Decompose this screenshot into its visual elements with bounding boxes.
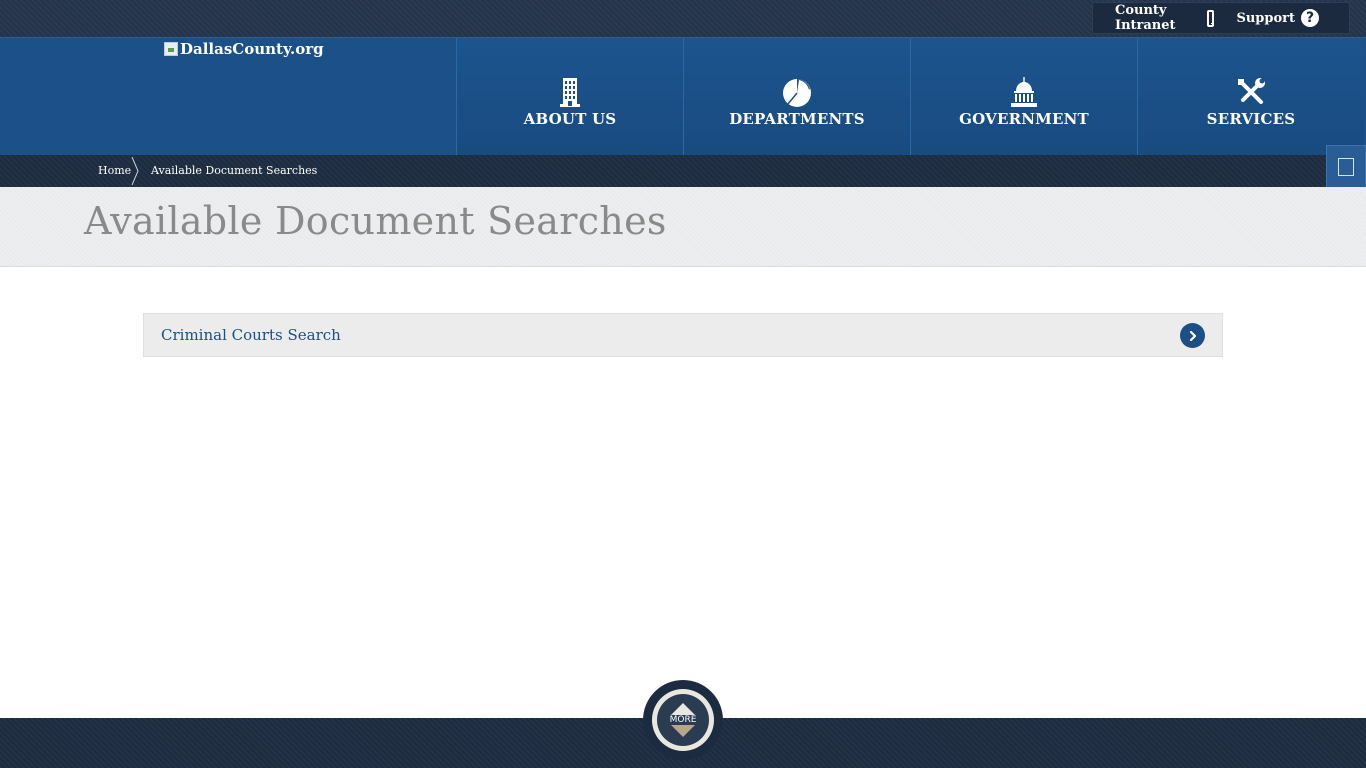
more-button-inner: MORE (657, 694, 709, 746)
nav-label-government: GOVERNMENT (959, 109, 1089, 128)
breadcrumb-home-link[interactable]: Home (98, 164, 131, 177)
capitol-icon (1011, 76, 1037, 107)
nav-item-services[interactable]: SERVICES (1137, 38, 1364, 155)
side-panel-toggle[interactable] (1326, 145, 1366, 189)
building-icon (560, 77, 580, 107)
top-utility-bar: County Intranet Support ? (0, 0, 1366, 38)
broken-image-icon (164, 42, 178, 56)
list-item-criminal-courts-search[interactable]: Criminal Courts Search (143, 313, 1223, 357)
question-circle-icon: ? (1301, 9, 1319, 27)
support-link[interactable]: Support ? (1236, 9, 1319, 27)
list-item-label: Criminal Courts Search (161, 326, 341, 344)
logo-alt-text: DallasCounty.org (180, 40, 324, 58)
breadcrumb-current: Available Document Searches (151, 164, 318, 177)
nav-item-government[interactable]: GOVERNMENT (910, 38, 1137, 155)
county-intranet-link[interactable]: County Intranet (1115, 3, 1215, 33)
more-button-ring: MORE (652, 689, 714, 751)
nav-item-about-us[interactable]: ABOUT US (456, 38, 683, 155)
county-intranet-label: County Intranet (1115, 3, 1176, 33)
support-label: Support (1236, 10, 1295, 26)
main-nav: ABOUT US DEPARTMENTS GOVERNMENT SERVICES (456, 38, 1364, 155)
more-label: MORE (669, 715, 697, 725)
page-title: Available Document Searches (84, 199, 667, 243)
chevron-right-icon[interactable] (1180, 323, 1205, 348)
nav-label-about-us: ABOUT US (523, 109, 617, 128)
nav-label-departments: DEPARTMENTS (729, 109, 865, 128)
pie-chart-icon (783, 78, 811, 107)
site-logo[interactable]: DallasCounty.org (164, 40, 324, 58)
more-button[interactable]: MORE (643, 680, 723, 760)
nav-label-services: SERVICES (1206, 109, 1296, 128)
tools-icon (1238, 77, 1265, 104)
square-icon (1338, 158, 1354, 176)
breadcrumb-separator-icon (131, 156, 139, 186)
utility-links: County Intranet Support ? (1092, 2, 1350, 34)
chevron-right-glyph (1189, 330, 1196, 341)
breadcrumb: Home Available Document Searches (0, 155, 1366, 187)
site-header: DallasCounty.org ABOUT US DEPARTMENTS GO… (0, 38, 1366, 155)
mobile-phone-icon (1206, 9, 1215, 27)
page-title-band: Available Document Searches (0, 187, 1366, 267)
nav-item-departments[interactable]: DEPARTMENTS (683, 38, 910, 155)
